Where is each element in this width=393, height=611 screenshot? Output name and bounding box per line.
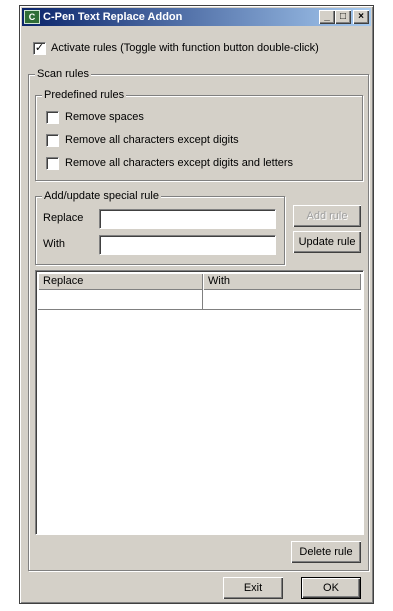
close-icon: × (358, 11, 364, 22)
ok-button[interactable]: OK (301, 577, 361, 599)
exit-button[interactable]: Exit (223, 577, 283, 599)
maximize-icon: □ (339, 11, 347, 22)
dialog-window: C C-Pen Text Replace Addon _ □ × ✓ Activ… (19, 5, 374, 604)
scan-rules-group: Scan rules Predefined rules Remove space… (28, 68, 369, 571)
scan-rules-legend: Scan rules (35, 68, 91, 80)
title-bar[interactable]: C C-Pen Text Replace Addon _ □ × (22, 8, 371, 26)
digits-only-checkbox[interactable] (46, 134, 59, 147)
with-label: With (43, 238, 65, 250)
title-buttons: _ □ × (319, 10, 369, 24)
activate-rules-checkbox[interactable]: ✓ (33, 42, 46, 55)
table-header: Replace With (38, 273, 361, 290)
replace-label: Replace (43, 212, 84, 224)
digits-letters-checkbox[interactable] (46, 157, 59, 170)
delete-rule-button[interactable]: Delete rule (291, 541, 361, 563)
table-cell-replace (38, 290, 203, 309)
with-input[interactable] (99, 235, 276, 255)
window-title: C-Pen Text Replace Addon (43, 11, 183, 23)
remove-spaces-label: Remove spaces (65, 111, 144, 123)
predefined-rules-legend: Predefined rules (42, 89, 127, 101)
table-row[interactable] (38, 290, 361, 310)
digits-only-label: Remove all characters except digits (65, 134, 239, 146)
special-rule-group: Add/update special rule Replace With (35, 190, 285, 265)
table-cell-with (203, 290, 361, 309)
remove-spaces-checkbox[interactable] (46, 111, 59, 124)
special-rule-legend: Add/update special rule (42, 190, 161, 202)
rules-table[interactable]: Replace With (35, 270, 364, 535)
minimize-icon: _ (324, 11, 330, 22)
predefined-rules-group: Predefined rules Remove spaces Remove al… (35, 89, 363, 181)
checkmark-icon: ✓ (34, 42, 45, 54)
update-rule-button[interactable]: Update rule (293, 231, 361, 253)
maximize-button[interactable]: □ (335, 10, 351, 24)
close-button[interactable]: × (353, 10, 369, 24)
replace-input[interactable] (99, 209, 276, 229)
minimize-button[interactable]: _ (319, 10, 335, 24)
c-pen-app-icon: C (24, 10, 40, 24)
activate-rules-label: Activate rules (Toggle with function but… (51, 42, 319, 54)
column-header-replace[interactable]: Replace (38, 273, 203, 290)
column-header-with[interactable]: With (203, 273, 361, 290)
digits-letters-label: Remove all characters except digits and … (65, 157, 294, 169)
add-rule-button[interactable]: Add rule (293, 205, 361, 227)
